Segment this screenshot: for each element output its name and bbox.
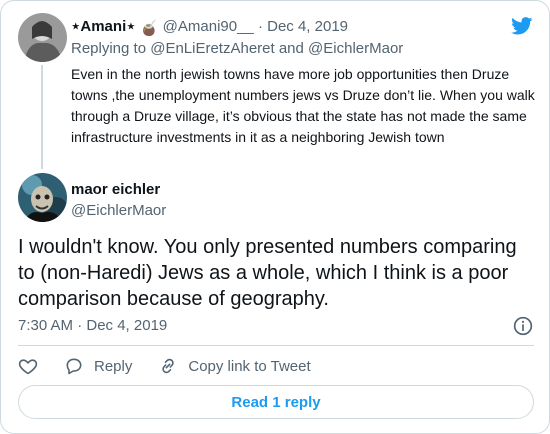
parent-handle[interactable]: @Amani90__ [163,18,254,35]
twitter-bird-icon[interactable] [511,17,533,35]
read-replies-button[interactable]: Read 1 reply [18,385,534,419]
copy-link-button[interactable]: Copy link to Tweet [158,356,311,376]
reply-handle-2[interactable]: @EichlerMaor [308,40,403,57]
heart-icon [18,359,38,375]
parent-header: ⋆Amani⋆ 🧉 @Amani90__ · Dec 4, 2019 [71,17,348,39]
main-avatar[interactable] [18,173,67,222]
reply-handle-1[interactable]: @EnLiEretzAheret [150,40,274,57]
parent-avatar[interactable] [18,13,67,62]
action-bar: Reply Copy link to Tweet [18,354,337,378]
tweet-timestamp[interactable]: 7:30 AM · Dec 4, 2019 [18,316,167,336]
separator-dot: · [257,18,263,35]
parent-tweet-text: Even in the north jewish towns have more… [71,66,535,145]
reply-icon [66,358,82,375]
main-handle[interactable]: @EichlerMaor [71,201,166,221]
mate-emoji-icon: 🧉 [139,20,159,37]
reply-and: and [278,40,304,57]
parent-display-name[interactable]: ⋆Amani⋆ [71,18,136,35]
info-icon[interactable] [513,316,533,336]
tweet-card: ⋆Amani⋆ 🧉 @Amani90__ · Dec 4, 2019 Reply… [0,0,550,434]
thread-connector [41,65,43,169]
replying-prefix: Replying to [71,40,147,57]
replying-to: Replying to @EnLiEretzAheret and @Eichle… [71,39,403,59]
reply-button[interactable]: Reply [64,356,132,376]
main-display-name[interactable]: maor eichler [71,180,160,200]
like-button[interactable] [18,356,38,376]
divider [18,345,534,346]
parent-date[interactable]: Dec 4, 2019 [267,18,348,35]
reply-label: Reply [94,357,133,375]
link-icon [162,358,175,374]
main-tweet-text: I wouldn't know. You only presented numb… [18,236,517,310]
copy-link-label: Copy link to Tweet [188,357,311,375]
